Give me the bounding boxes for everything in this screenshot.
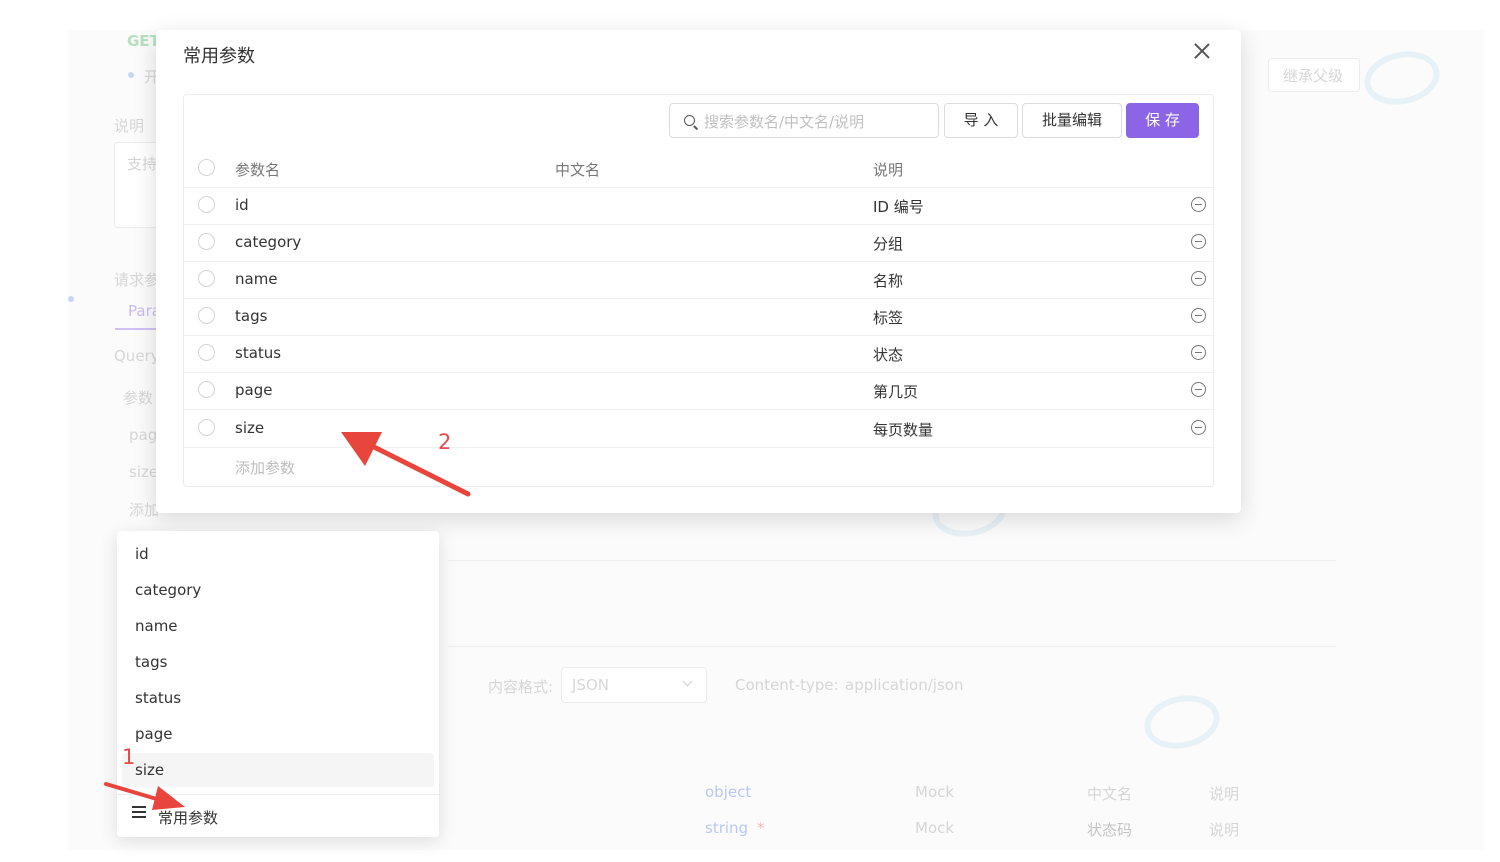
annotation-number-2: 2 <box>438 430 452 454</box>
annotation-layer <box>104 432 471 810</box>
window-edge <box>1484 0 1500 862</box>
annotation-arrow-1 <box>104 782 185 810</box>
annotation-number-1: 1 <box>122 745 136 769</box>
